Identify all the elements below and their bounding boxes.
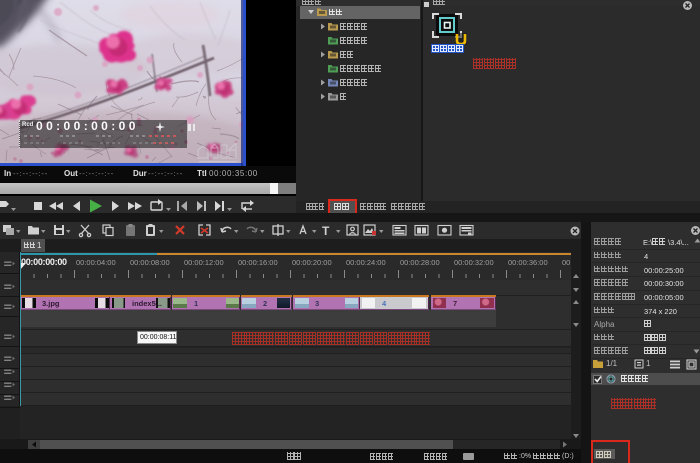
svg-text:T: T bbox=[322, 224, 330, 238]
